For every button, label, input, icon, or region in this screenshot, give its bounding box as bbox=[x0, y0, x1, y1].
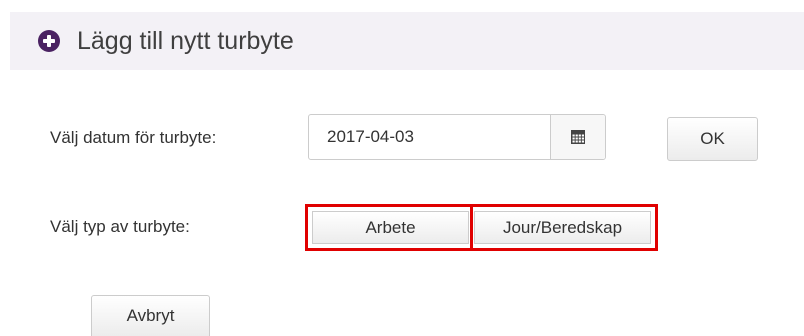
type-work-button[interactable]: Arbete bbox=[312, 211, 469, 244]
date-input[interactable] bbox=[309, 115, 551, 159]
plus-circle-icon bbox=[38, 30, 60, 52]
page-header: Lägg till nytt turbyte bbox=[10, 12, 804, 70]
add-shift-swap-page: Lägg till nytt turbyte Välj datum för tu… bbox=[0, 0, 804, 336]
cancel-button[interactable]: Avbryt bbox=[91, 295, 210, 336]
calendar-icon bbox=[571, 130, 586, 144]
date-picker bbox=[308, 114, 606, 160]
page-title: Lägg till nytt turbyte bbox=[77, 26, 294, 55]
calendar-button[interactable] bbox=[550, 115, 605, 159]
ok-button[interactable]: OK bbox=[667, 117, 758, 161]
type-oncall-button[interactable]: Jour/Beredskap bbox=[474, 211, 651, 244]
date-label: Välj datum för turbyte: bbox=[50, 128, 217, 147]
swap-type-button-group: Arbete Jour/Beredskap bbox=[305, 204, 658, 251]
highlight-divider bbox=[470, 207, 473, 248]
swap-type-label: Välj typ av turbyte: bbox=[50, 217, 190, 236]
